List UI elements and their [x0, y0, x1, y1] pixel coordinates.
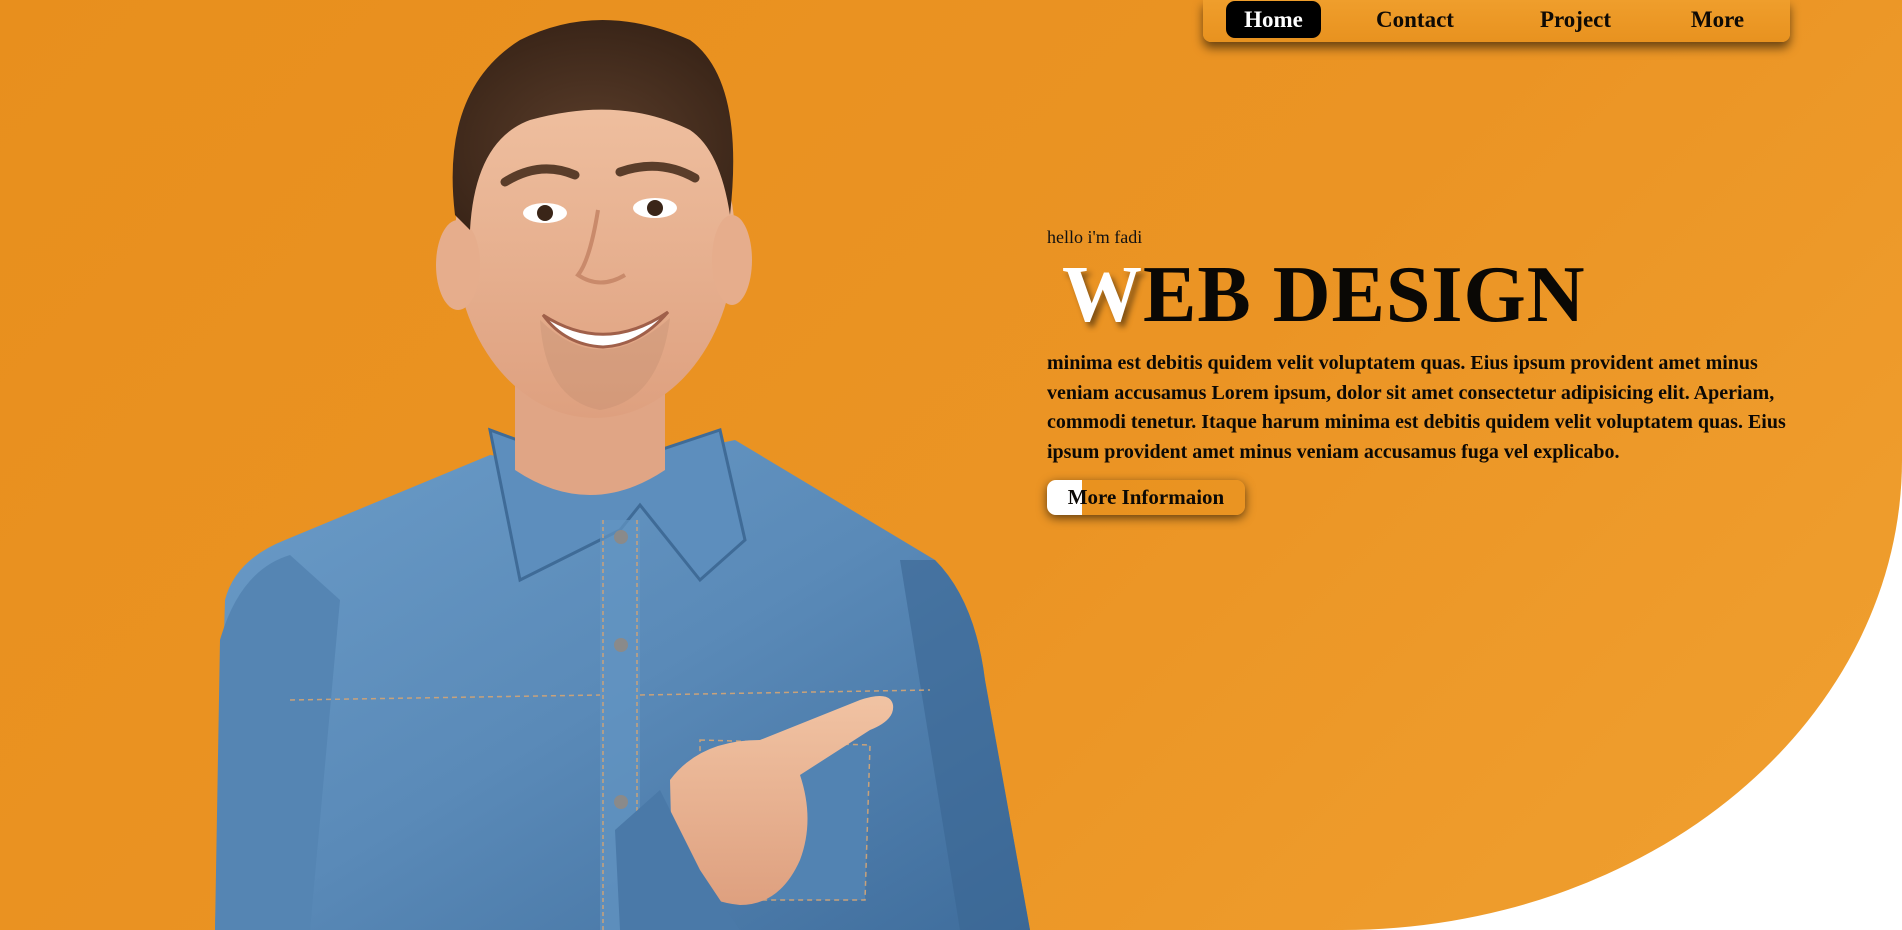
more-information-button[interactable]: More Informaion [1047, 480, 1245, 515]
nav-contact[interactable]: Contact [1365, 1, 1465, 38]
nav-home[interactable]: Home [1226, 1, 1321, 38]
headline-rest: EB DESIGN [1143, 251, 1586, 339]
hero-description: minima est debitis quidem velit voluptat… [1047, 352, 1786, 463]
headline-first-letter: W [1062, 251, 1143, 339]
nav-more[interactable]: More [1680, 1, 1755, 38]
hero-headline: WEB DESIGN [1062, 250, 1585, 340]
top-nav: Home Contact Project More [1203, 0, 1790, 42]
page: Home Contact Project More hello i'm fadi… [0, 0, 1902, 930]
hero-greeting: hello i'm fadi [1047, 227, 1143, 247]
nav-project[interactable]: Project [1528, 1, 1623, 38]
person-photo [215, 20, 1030, 930]
